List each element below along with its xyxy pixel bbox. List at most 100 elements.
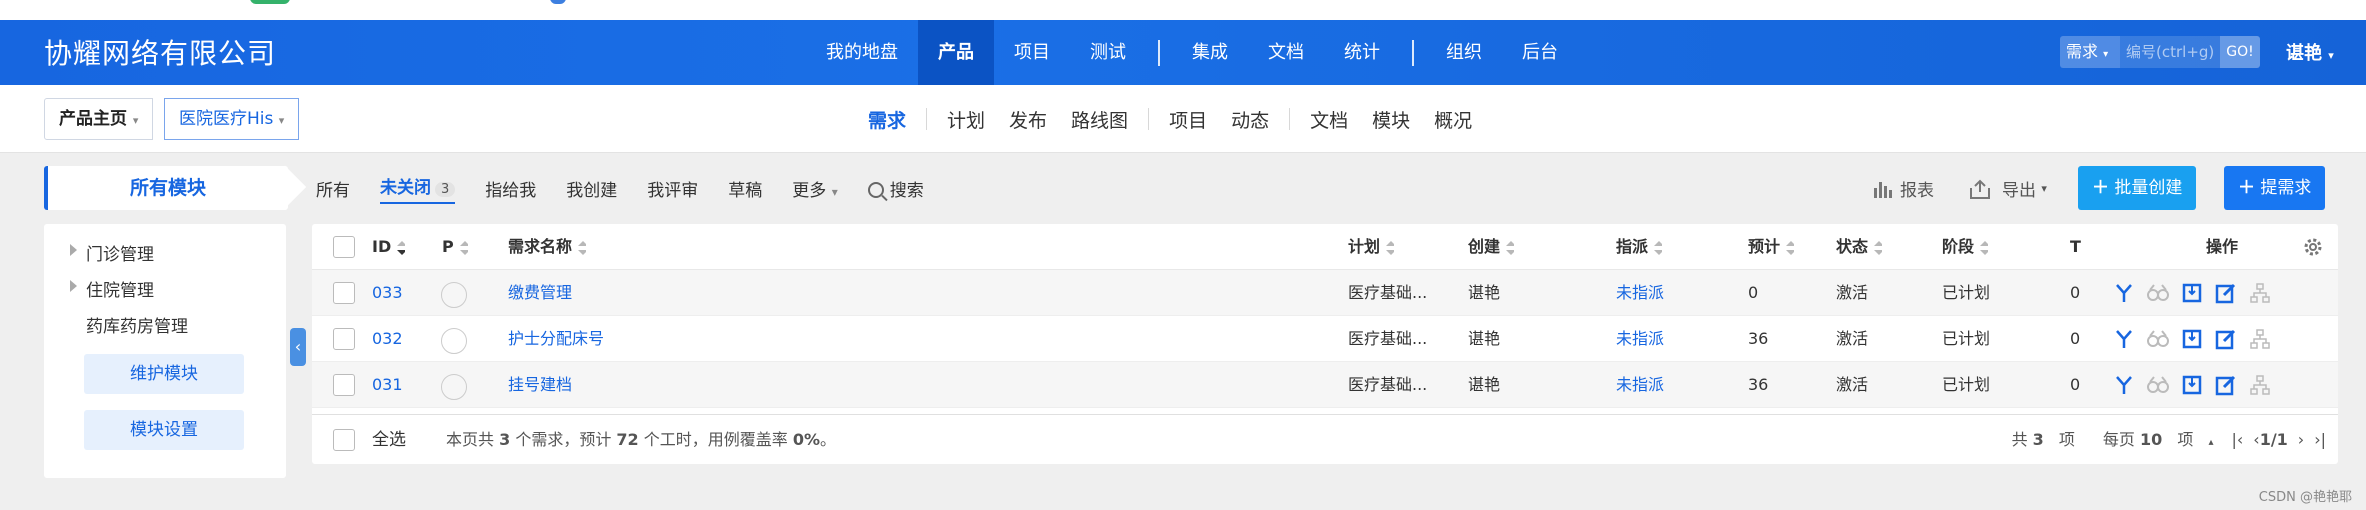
- caret-right-icon[interactable]: [70, 244, 77, 256]
- filter-assigned-to-me[interactable]: 指给我: [485, 176, 536, 201]
- fork-icon[interactable]: [2112, 281, 2136, 305]
- row-checkbox[interactable]: [333, 374, 355, 396]
- story-name-link[interactable]: 挂号建档: [508, 362, 572, 408]
- search-go-button[interactable]: GO!: [2220, 36, 2260, 68]
- change-icon[interactable]: [2180, 281, 2204, 305]
- filter-all[interactable]: 所有: [316, 176, 350, 201]
- search-input[interactable]: [2120, 36, 2220, 68]
- nav-integration[interactable]: 集成: [1172, 20, 1248, 85]
- col-stage[interactable]: 阶段: [1942, 224, 1989, 270]
- story-t: 0: [2070, 283, 2081, 302]
- propose-story-button[interactable]: ＋ 提需求: [2224, 166, 2326, 210]
- col-ops: 操作: [2206, 237, 2239, 256]
- report-button[interactable]: 报表: [1872, 176, 1934, 201]
- story-assignee-link[interactable]: 未指派: [1616, 316, 1664, 362]
- next-page-icon[interactable]: ›: [2298, 415, 2304, 468]
- breadcrumb-product-select[interactable]: 医院医疗His ▾: [164, 98, 300, 140]
- module-item[interactable]: 门诊管理: [70, 240, 154, 265]
- subnav-release[interactable]: 发布: [997, 106, 1059, 133]
- col-id[interactable]: ID: [372, 224, 406, 270]
- fork-icon[interactable]: [2112, 373, 2136, 397]
- nav-admin[interactable]: 后台: [1502, 20, 1578, 85]
- filter-more-dropdown[interactable]: 更多 ▾: [792, 176, 837, 201]
- search-toggle[interactable]: 搜索: [867, 176, 924, 201]
- module-item[interactable]: 药库药房管理: [86, 312, 188, 337]
- all-modules-label: 所有模块: [129, 177, 206, 199]
- edit-icon[interactable]: [2214, 373, 2238, 397]
- module-item[interactable]: 住院管理: [70, 276, 154, 301]
- nav-org[interactable]: 组织: [1426, 20, 1502, 85]
- col-status[interactable]: 状态: [1836, 224, 1883, 270]
- nav-stats[interactable]: 统计: [1324, 20, 1400, 85]
- subnav-modules[interactable]: 模块: [1360, 106, 1422, 133]
- select-all-label[interactable]: 全选: [372, 415, 406, 465]
- story-assignee-link[interactable]: 未指派: [1616, 362, 1664, 408]
- change-icon[interactable]: [2180, 373, 2204, 397]
- subnav-story[interactable]: 需求: [856, 106, 918, 133]
- filter-created-by-me[interactable]: 我创建: [566, 176, 617, 201]
- edit-icon[interactable]: [2214, 281, 2238, 305]
- export-dropdown[interactable]: 导出 ▾: [1968, 176, 2047, 201]
- col-assignee[interactable]: 指派: [1616, 224, 1663, 270]
- first-page-icon[interactable]: |‹: [2231, 415, 2243, 468]
- subnav-docs[interactable]: 文档: [1298, 106, 1360, 133]
- maintain-modules-button[interactable]: 维护模块: [84, 354, 244, 394]
- per-page-select[interactable]: 每页 10 项 ▴: [2093, 415, 2214, 468]
- subnav-dynamics[interactable]: 动态: [1219, 106, 1281, 133]
- row-checkbox[interactable]: [333, 328, 355, 350]
- sitemap-icon: [2248, 373, 2272, 397]
- select-all-header-checkbox[interactable]: [333, 236, 355, 258]
- search-type-select[interactable]: 需求 ▾: [2060, 36, 2120, 68]
- breadcrumb-product-home[interactable]: 产品主页 ▾: [44, 98, 154, 140]
- col-estimate[interactable]: 预计: [1748, 224, 1795, 270]
- summary-coverage: 0%: [792, 430, 821, 449]
- change-icon[interactable]: [2180, 327, 2204, 351]
- priority-indicator: [441, 374, 467, 400]
- nav-test[interactable]: 测试: [1070, 20, 1146, 85]
- subnav-plan[interactable]: 计划: [935, 106, 997, 133]
- col-plan[interactable]: 计划: [1348, 224, 1395, 270]
- fork-icon[interactable]: [2112, 327, 2136, 351]
- edit-icon[interactable]: [2214, 327, 2238, 351]
- page-indicator: 1/1: [2259, 430, 2288, 449]
- story-name-link[interactable]: 护士分配床号: [508, 316, 604, 362]
- batch-create-button[interactable]: ＋ 批量创建: [2078, 166, 2197, 210]
- story-name-link[interactable]: 缴费管理: [508, 270, 572, 316]
- col-name[interactable]: 需求名称: [508, 224, 587, 270]
- review-icon: [2146, 373, 2170, 397]
- sort-icon: [459, 240, 468, 255]
- pager-text: 共: [2011, 430, 2033, 449]
- sidebar-collapse-handle[interactable]: ‹: [290, 328, 306, 366]
- review-icon: [2146, 281, 2170, 305]
- subnav-roadmap[interactable]: 路线图: [1059, 106, 1140, 133]
- story-assignee-link[interactable]: 未指派: [1616, 270, 1664, 316]
- nav-product[interactable]: 产品: [918, 20, 994, 85]
- chevron-down-icon: ▾: [278, 114, 285, 127]
- subnav-project[interactable]: 项目: [1157, 106, 1219, 133]
- filter-reviewed-by-me[interactable]: 我评审: [647, 176, 698, 201]
- filter-draft[interactable]: 草稿: [728, 176, 762, 201]
- subnav-overview[interactable]: 概况: [1422, 106, 1484, 133]
- story-estimate: 36: [1748, 375, 1769, 394]
- nav-docs[interactable]: 文档: [1248, 20, 1324, 85]
- company-brand[interactable]: 协耀网络有限公司: [44, 32, 276, 72]
- col-priority[interactable]: P: [442, 224, 468, 270]
- module-settings-button[interactable]: 模块设置: [84, 410, 244, 450]
- story-id-link[interactable]: 031: [372, 362, 403, 408]
- pager-text: 项: [2172, 430, 2194, 449]
- col-creator[interactable]: 创建: [1468, 224, 1515, 270]
- story-id-link[interactable]: 032: [372, 316, 403, 362]
- user-name: 谌艳: [2286, 43, 2322, 64]
- user-menu[interactable]: 谌艳 ▾: [2286, 39, 2334, 65]
- story-id-link[interactable]: 033: [372, 270, 403, 316]
- caret-right-icon[interactable]: [70, 280, 77, 292]
- nav-project[interactable]: 项目: [994, 20, 1070, 85]
- row-checkbox[interactable]: [333, 282, 355, 304]
- breadcrumb-label: 医院医疗His: [179, 109, 274, 129]
- filter-unclosed[interactable]: 未关闭 3: [380, 173, 456, 204]
- last-page-icon[interactable]: ›|: [2314, 415, 2326, 468]
- gear-icon[interactable]: [2302, 236, 2324, 258]
- all-modules-tab[interactable]: 所有模块: [44, 166, 288, 210]
- nav-my-space[interactable]: 我的地盘: [806, 20, 918, 85]
- select-all-checkbox[interactable]: [333, 429, 355, 451]
